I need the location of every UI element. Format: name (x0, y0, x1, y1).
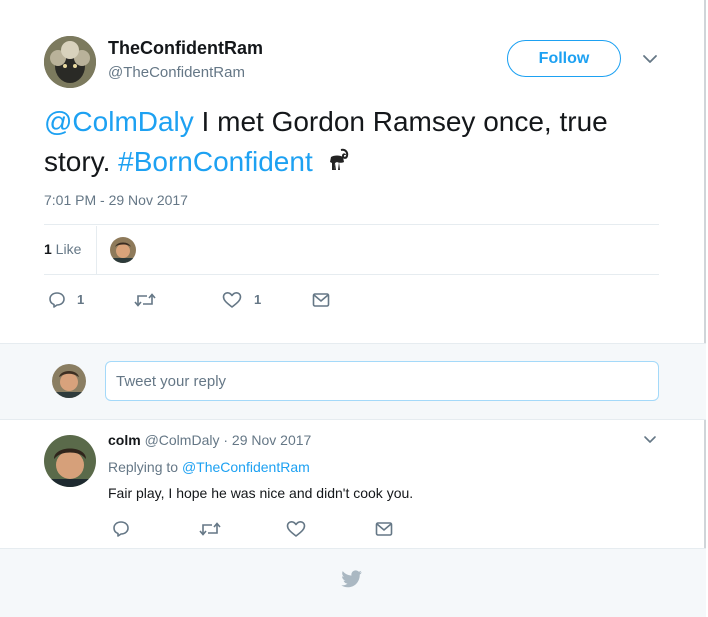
like-count: 1 (254, 292, 262, 307)
replying-to-handle[interactable]: @TheConfidentRam (182, 459, 310, 475)
ram-emoji-icon (325, 147, 351, 173)
likes-count: 1 (44, 241, 52, 257)
reply-author-avatar[interactable] (44, 435, 96, 487)
stat-divider (96, 226, 97, 274)
mention-link[interactable]: @ColmDaly (44, 106, 194, 137)
dm-icon[interactable] (375, 521, 393, 537)
reply-date[interactable]: · 29 Nov 2017 (219, 432, 311, 448)
chevron-down-icon[interactable] (643, 434, 657, 446)
tweet-text-line2: story. (44, 146, 119, 177)
tweet-timestamp[interactable]: 7:01 PM - 29 Nov 2017 (44, 192, 188, 208)
author-avatar[interactable] (44, 36, 96, 88)
replying-to-label: Replying to (108, 459, 182, 475)
author-name[interactable]: TheConfidentRam (108, 38, 263, 59)
follow-button[interactable]: Follow (507, 40, 621, 77)
chevron-down-icon[interactable] (642, 52, 658, 66)
hashtag-link[interactable]: #BornConfident (118, 146, 313, 177)
reply-author-handle[interactable]: @ColmDaly (145, 432, 220, 448)
reply-author-name[interactable]: colm (108, 432, 141, 448)
divider (44, 224, 659, 225)
reply-header: colm @ColmDaly · 29 Nov 2017 (108, 432, 311, 448)
reply-icon[interactable] (48, 291, 66, 309)
dm-icon[interactable] (312, 292, 330, 308)
divider (44, 274, 659, 275)
retweet-icon[interactable] (199, 520, 221, 538)
like-icon[interactable] (286, 520, 306, 538)
reply-count: 1 (77, 292, 85, 307)
reply-text: Fair play, I hope he was nice and didn't… (108, 485, 414, 501)
replying-to: Replying to @TheConfidentRam (108, 459, 310, 475)
author-handle[interactable]: @TheConfidentRam (108, 64, 245, 81)
tweet-modal: TheConfidentRam @TheConfidentRam Follow … (0, 0, 706, 617)
twitter-bird-icon (341, 570, 363, 588)
retweet-icon[interactable] (134, 291, 156, 309)
like-icon[interactable] (222, 291, 242, 309)
tweet-text: @ColmDaly I met Gordon Ramsey once, true… (44, 102, 684, 182)
reply-input[interactable]: Tweet your reply (105, 361, 659, 401)
likes-stat[interactable]: 1 Like (44, 241, 81, 257)
reply-icon[interactable] (112, 520, 130, 538)
tweet-text-line1: I met Gordon Ramsey once, true (193, 106, 608, 137)
current-user-avatar[interactable] (52, 364, 86, 398)
likes-label: Like (51, 241, 82, 257)
liker-avatar[interactable] (110, 237, 136, 263)
